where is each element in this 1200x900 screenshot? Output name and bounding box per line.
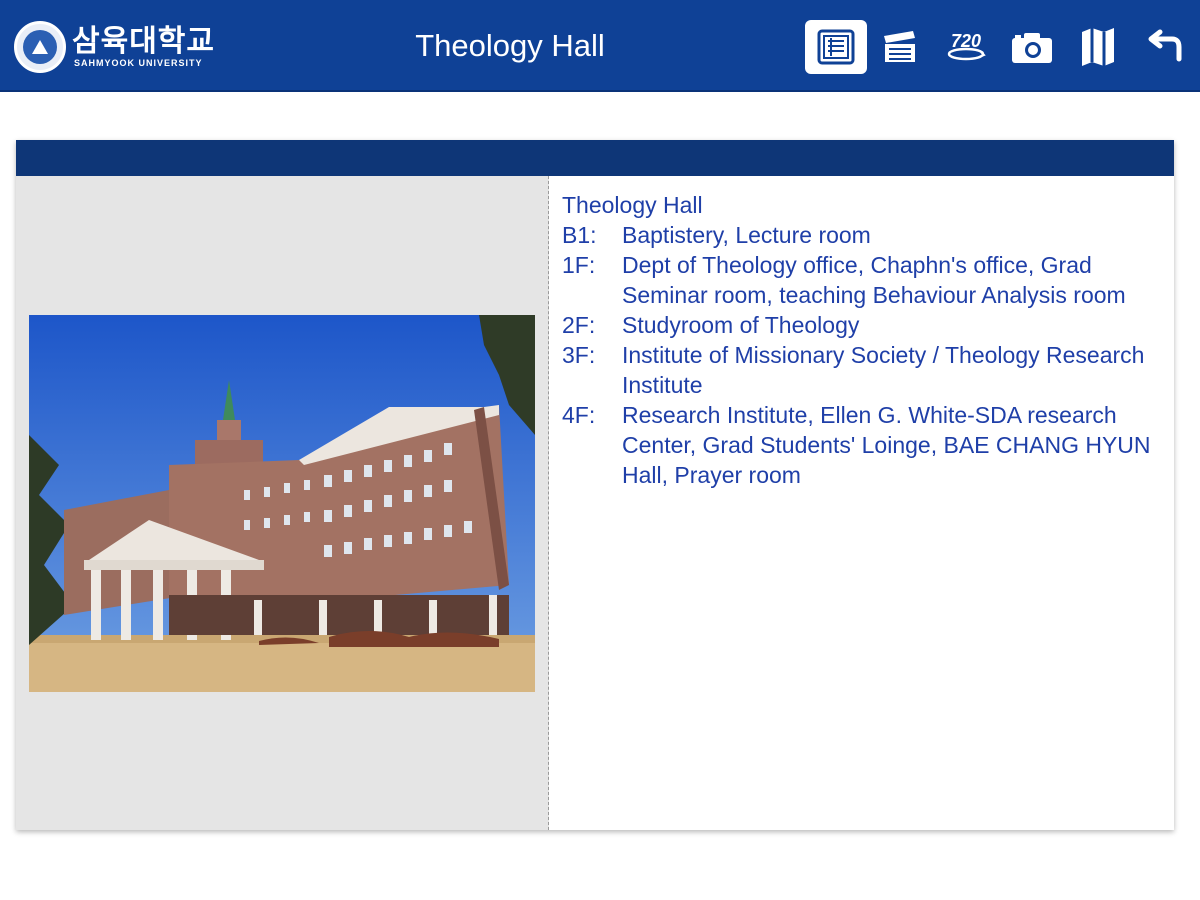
floor-label: 2F: <box>562 312 596 338</box>
floor-row-4f: 4F: Research Institute, Ellen G. White-S… <box>562 400 1162 490</box>
floor-label: 3F: <box>562 342 596 368</box>
info-title: Theology Hall <box>562 192 703 218</box>
info-text-pane: Theology Hall B1: Baptistery, Lecture ro… <box>562 190 1162 490</box>
floor-row-2f: 2F: Studyroom of Theology <box>562 310 1162 340</box>
info-panel-icon <box>817 29 855 65</box>
floor-description: Dept of Theology office, Chaphn's office… <box>622 252 1126 308</box>
app-header: 삼육대학교 SAHMYOOK UNIVERSITY Theology Hall <box>0 0 1200 92</box>
video-clapper-icon <box>884 31 915 62</box>
floor-description: Studyroom of Theology <box>622 312 860 338</box>
panorama-720-icon: 720 <box>947 31 986 61</box>
floor-row-3f: 3F: Institute of Missionary Society / Th… <box>562 340 1162 400</box>
camera-icon <box>1012 33 1052 63</box>
floor-row-1f: 1F: Dept of Theology office, Chaphn's of… <box>562 250 1162 310</box>
floor-label: 4F: <box>562 402 596 428</box>
building-photo[interactable] <box>29 315 535 692</box>
card-header-bar <box>16 140 1174 176</box>
map-button[interactable] <box>1067 20 1129 74</box>
floor-label: 1F: <box>562 252 596 278</box>
university-logo[interactable]: 삼육대학교 SAHMYOOK UNIVERSITY <box>14 20 215 74</box>
floor-description: Research Institute, Ellen G. White-SDA r… <box>622 402 1151 488</box>
back-arrow-icon <box>1148 29 1182 62</box>
floor-label: B1: <box>562 222 597 248</box>
university-seal-icon <box>14 21 66 73</box>
back-button[interactable] <box>1133 20 1195 74</box>
logo-english-text: SAHMYOOK UNIVERSITY <box>74 58 203 68</box>
video-button[interactable] <box>869 20 931 74</box>
floor-row-b1: B1: Baptistery, Lecture room <box>562 220 1162 250</box>
floor-description: Institute of Missionary Society / Theolo… <box>622 342 1145 398</box>
floor-description: Baptistery, Lecture room <box>622 222 871 248</box>
info-panel-button[interactable] <box>805 20 867 74</box>
map-icon <box>1082 28 1114 66</box>
photo-pane <box>16 176 549 830</box>
camera-button[interactable] <box>1001 20 1063 74</box>
page-title: Theology Hall <box>415 28 605 63</box>
panorama-button[interactable]: 720 <box>935 20 997 74</box>
building-info-card: Theology Hall B1: Baptistery, Lecture ro… <box>16 140 1174 830</box>
logo-korean-text: 삼육대학교 <box>72 24 215 59</box>
